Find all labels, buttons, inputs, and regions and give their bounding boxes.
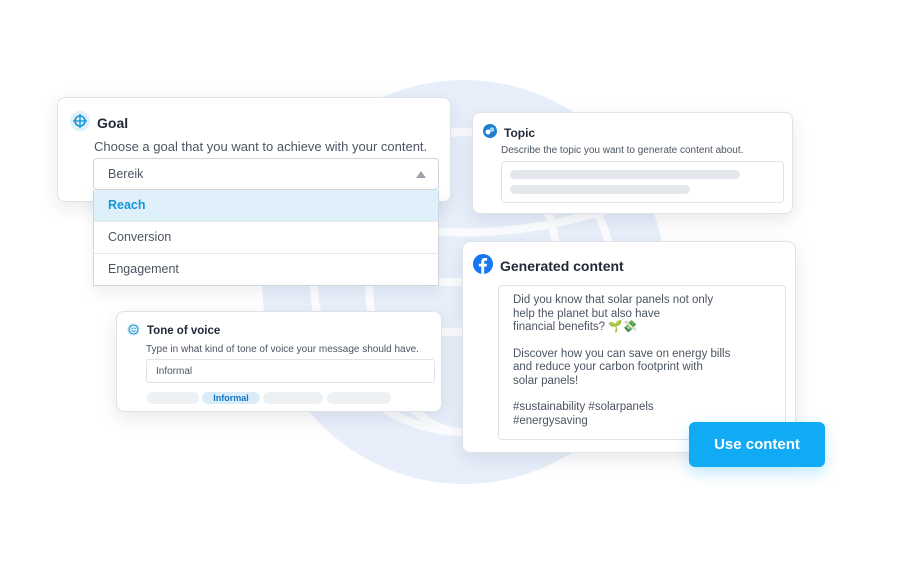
generated-title: Generated content xyxy=(500,257,624,274)
option-conversion[interactable]: Conversion xyxy=(94,221,438,253)
caret-up-icon xyxy=(416,171,426,178)
option-reach[interactable]: Reach xyxy=(94,190,438,221)
topic-title: Topic xyxy=(504,125,536,140)
goal-select-value: Bereik xyxy=(108,167,144,181)
tone-chip[interactable] xyxy=(147,392,199,404)
tone-chip-active[interactable]: Informal xyxy=(202,392,260,404)
tone-title: Tone of voice xyxy=(147,325,221,337)
smiley-icon xyxy=(127,323,140,339)
placeholder-line xyxy=(510,170,740,179)
generated-header: Generated content xyxy=(473,254,624,277)
crosshair-icon xyxy=(70,111,90,134)
tone-input[interactable]: Informal xyxy=(146,359,435,383)
goal-dropdown: Reach Conversion Engagement xyxy=(93,190,439,286)
tone-header: Tone of voice xyxy=(127,323,220,339)
topic-description: Describe the topic you want to generate … xyxy=(501,145,744,156)
placeholder-line xyxy=(510,185,690,194)
facebook-icon xyxy=(473,254,493,277)
goal-header: Goal xyxy=(70,111,128,134)
tone-card: Tone of voice Type in what kind of tone … xyxy=(116,311,442,412)
goal-select[interactable]: Bereik xyxy=(93,158,439,190)
chat-bubbles-icon xyxy=(483,124,497,141)
tone-description: Type in what kind of tone of voice your … xyxy=(146,344,419,355)
goal-description: Choose a goal that you want to achieve w… xyxy=(94,139,428,154)
tone-chip[interactable] xyxy=(263,392,323,404)
goal-title: Goal xyxy=(97,114,129,131)
topic-header: Topic xyxy=(483,124,535,141)
use-content-button[interactable]: Use content xyxy=(689,422,825,467)
generated-text-box[interactable]: Did you know that solar panels not only … xyxy=(498,285,786,440)
generated-paragraph: Discover how you can save on energy bill… xyxy=(513,347,731,387)
option-engagement[interactable]: Engagement xyxy=(94,253,438,285)
topic-input[interactable] xyxy=(501,161,784,203)
generated-paragraph: Did you know that solar panels not only … xyxy=(513,294,714,333)
topic-card: Topic Describe the topic you want to gen… xyxy=(472,112,793,214)
tone-chip[interactable] xyxy=(327,392,391,404)
